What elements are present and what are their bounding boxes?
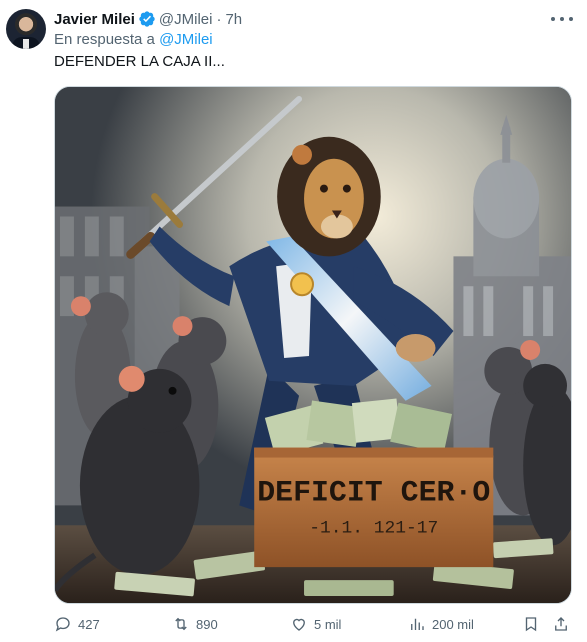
reply-count: 427 (78, 616, 100, 632)
separator-dot: · (216, 10, 222, 28)
author-name[interactable]: Javier Milei (54, 11, 135, 28)
reply-prefix: En respuesta a (54, 31, 155, 48)
tweet-text: DEFENDER LA CAJA II... (54, 53, 225, 70)
like-count: 5 mil (314, 616, 342, 632)
avatar-shirt (23, 39, 29, 49)
retweet-icon (175, 617, 187, 631)
like-action[interactable]: 5 mil (290, 615, 341, 633)
bookmark-icon (525, 617, 537, 632)
heart-icon (293, 618, 305, 631)
lion-rats-illustration: DEFICIT CER·O -1.1. 121-17 (55, 87, 571, 603)
share-icon (555, 617, 567, 631)
tweet-image[interactable]: DEFICIT CER·O -1.1. 121-17 (54, 86, 572, 604)
verified-badge-icon (139, 11, 155, 27)
bookmark-action[interactable] (522, 615, 540, 633)
author-avatar[interactable] (6, 9, 46, 49)
tweet-actions: 427 890 5 mil 200 mil (54, 612, 572, 638)
views-action[interactable]: 200 mil (408, 615, 474, 633)
reply-mention-link[interactable]: @JMilei (159, 31, 213, 48)
author-handle[interactable]: @JMilei (159, 11, 213, 28)
views-chart-icon (411, 618, 424, 630)
reply-context: En respuesta a @JMilei (54, 31, 213, 48)
views-count: 200 mil (432, 616, 474, 632)
reply-action[interactable]: 427 (54, 615, 100, 633)
tweet-header: Javier Milei @JMilei · 7h (54, 9, 242, 29)
retweet-count: 890 (196, 616, 218, 632)
box-label-main: DEFICIT CER·O (257, 475, 490, 509)
more-options-icon[interactable] (551, 11, 573, 27)
tweet-time[interactable]: 7h (225, 11, 242, 28)
retweet-action[interactable]: 890 (172, 615, 218, 633)
share-action[interactable] (552, 615, 570, 633)
reply-icon (55, 617, 70, 632)
box-label-sub: -1.1. 121-17 (309, 518, 438, 538)
